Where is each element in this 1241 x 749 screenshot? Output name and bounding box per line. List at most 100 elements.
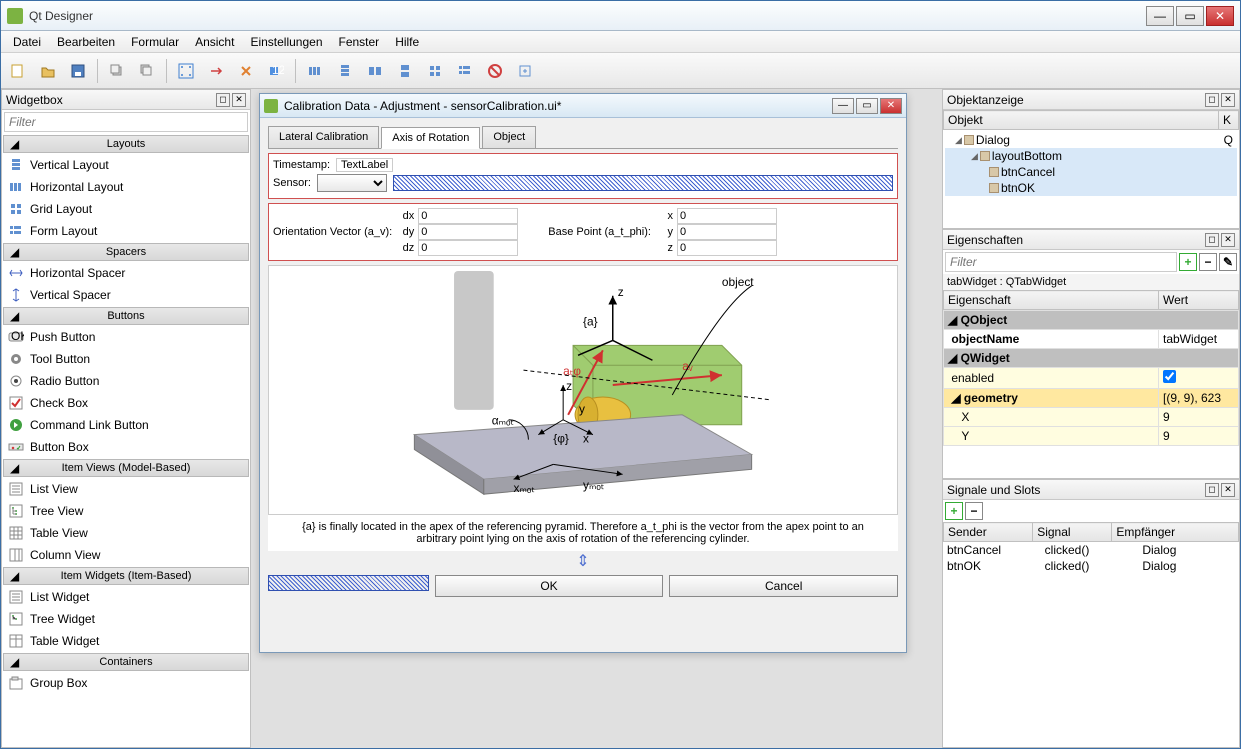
widgetbox-item[interactable]: Tree View [2, 500, 250, 522]
menu-ansicht[interactable]: Ansicht [187, 32, 242, 52]
remove-prop-icon[interactable]: − [1199, 253, 1217, 271]
signal-row[interactable]: btnCancelclicked()Dialog [943, 542, 1239, 558]
tree-row[interactable]: btnOK [945, 180, 1237, 196]
widgetbox-section[interactable]: ◢Item Widgets (Item-Based) [3, 567, 249, 585]
maximize-button[interactable]: ▭ [1176, 6, 1204, 26]
widgetbox-item[interactable]: Grid Layout [2, 198, 250, 220]
widgetbox-item[interactable]: Button Box [2, 436, 250, 458]
remove-signal-icon[interactable]: − [965, 502, 983, 520]
widgetbox-item[interactable]: Radio Button [2, 370, 250, 392]
widgetbox-item[interactable]: Form Layout [2, 220, 250, 242]
widgetbox-item[interactable]: Tree Widget [2, 608, 250, 630]
tab-axis[interactable]: Axis of Rotation [381, 127, 480, 149]
tree-row[interactable]: ◢ layoutBottom [945, 148, 1237, 164]
tab-object[interactable]: Object [482, 126, 536, 148]
menu-formular[interactable]: Formular [123, 32, 187, 52]
edit-taborder-icon[interactable]: 123 [263, 58, 289, 84]
edit-signals-icon[interactable] [203, 58, 229, 84]
form-close-button[interactable]: ✕ [880, 98, 902, 114]
widgetbox-item[interactable]: List View [2, 478, 250, 500]
break-layout-icon[interactable] [482, 58, 508, 84]
dock-float-icon[interactable]: ◻ [1205, 93, 1219, 107]
widgetbox-item[interactable]: Vertical Layout [2, 154, 250, 176]
form-minimize-button[interactable]: — [832, 98, 854, 114]
dock-float-icon[interactable]: ◻ [1205, 233, 1219, 247]
add-prop-icon[interactable]: + [1179, 253, 1197, 271]
widgetbox-item[interactable]: Group Box [2, 672, 250, 694]
form-maximize-button[interactable]: ▭ [856, 98, 878, 114]
tree-row[interactable]: ◢ DialogQ [945, 132, 1237, 148]
prop-row[interactable]: ◢ QWidget [944, 349, 1239, 368]
prop-row[interactable]: ◢ QObject [944, 311, 1239, 330]
dock-close-icon[interactable]: ✕ [232, 93, 246, 107]
dock-close-icon[interactable]: ✕ [1221, 233, 1235, 247]
edit-buddies-icon[interactable] [233, 58, 259, 84]
widgetbox-section[interactable]: ◢Buttons [3, 307, 249, 325]
open-icon[interactable] [35, 58, 61, 84]
widgetbox-item[interactable]: Tool Button [2, 348, 250, 370]
send-back-icon[interactable] [104, 58, 130, 84]
z-field[interactable] [677, 240, 777, 256]
menu-einstellungen[interactable]: Einstellungen [242, 32, 330, 52]
widgetbox-item[interactable]: Column View [2, 544, 250, 566]
menu-hilfe[interactable]: Hilfe [387, 32, 427, 52]
tab-lateral[interactable]: Lateral Calibration [268, 126, 379, 148]
widgetbox-item[interactable]: Command Link Button [2, 414, 250, 436]
dx-field[interactable] [418, 208, 518, 224]
enabled-checkbox[interactable] [1163, 370, 1176, 383]
prop-row[interactable]: enabled [944, 368, 1239, 389]
add-signal-icon[interactable]: + [945, 502, 963, 520]
layout-h-icon[interactable] [302, 58, 328, 84]
dock-close-icon[interactable]: ✕ [1221, 483, 1235, 497]
save-icon[interactable] [65, 58, 91, 84]
widgetbox-section[interactable]: ◢Item Views (Model-Based) [3, 459, 249, 477]
widgetbox-item[interactable]: Vertical Spacer [2, 284, 250, 306]
menu-bearbeiten[interactable]: Bearbeiten [49, 32, 123, 52]
scrollbar-h[interactable] [943, 462, 1239, 478]
layout-hsplit-icon[interactable] [362, 58, 388, 84]
layout-vsplit-icon[interactable] [392, 58, 418, 84]
ok-button[interactable]: OK [435, 575, 664, 597]
scrollbar-h[interactable] [943, 212, 1239, 228]
dz-field[interactable] [418, 240, 518, 256]
dock-float-icon[interactable]: ◻ [216, 93, 230, 107]
widgetbox-item[interactable]: Horizontal Spacer [2, 262, 250, 284]
widgetbox-item[interactable]: Table View [2, 522, 250, 544]
menu-fenster[interactable]: Fenster [331, 32, 388, 52]
layout-form-icon[interactable] [452, 58, 478, 84]
widgetbox-item[interactable]: OKPush Button [2, 326, 250, 348]
sensor-combo[interactable] [317, 174, 387, 192]
layout-v-icon[interactable] [332, 58, 358, 84]
dy-field[interactable] [418, 224, 518, 240]
x-field[interactable] [677, 208, 777, 224]
widgetbox-filter[interactable] [4, 112, 248, 132]
designer-form-window[interactable]: Calibration Data - Adjustment - sensorCa… [259, 93, 907, 653]
prop-filter[interactable] [945, 252, 1177, 272]
widgetbox-section[interactable]: ◢Containers [3, 653, 249, 671]
y-field[interactable] [677, 224, 777, 240]
layout-grid-icon[interactable] [422, 58, 448, 84]
close-button[interactable]: ✕ [1206, 6, 1234, 26]
minimize-button[interactable]: — [1146, 6, 1174, 26]
cancel-button[interactable]: Cancel [669, 575, 898, 597]
widgetbox-item[interactable]: Table Widget [2, 630, 250, 652]
prop-row[interactable]: X9 [944, 408, 1239, 427]
widgetbox-section[interactable]: ◢Layouts [3, 135, 249, 153]
widgetbox-item[interactable]: Check Box [2, 392, 250, 414]
prop-row[interactable]: objectNametabWidget [944, 330, 1239, 349]
prop-row[interactable]: Y9 [944, 427, 1239, 446]
edit-widgets-icon[interactable] [173, 58, 199, 84]
widgetbox-section[interactable]: ◢Spacers [3, 243, 249, 261]
widgetbox-item[interactable]: Horizontal Layout [2, 176, 250, 198]
prop-row[interactable]: ◢ geometry[(9, 9), 623 [944, 389, 1239, 408]
config-prop-icon[interactable]: ✎ [1219, 253, 1237, 271]
widgetbox-item[interactable]: List Widget [2, 586, 250, 608]
dock-close-icon[interactable]: ✕ [1221, 93, 1235, 107]
menu-datei[interactable]: Datei [5, 32, 49, 52]
bring-front-icon[interactable] [134, 58, 160, 84]
adjust-size-icon[interactable] [512, 58, 538, 84]
tree-row[interactable]: btnCancel [945, 164, 1237, 180]
dock-float-icon[interactable]: ◻ [1205, 483, 1219, 497]
new-icon[interactable] [5, 58, 31, 84]
signal-row[interactable]: btnOKclicked()Dialog [943, 558, 1239, 574]
